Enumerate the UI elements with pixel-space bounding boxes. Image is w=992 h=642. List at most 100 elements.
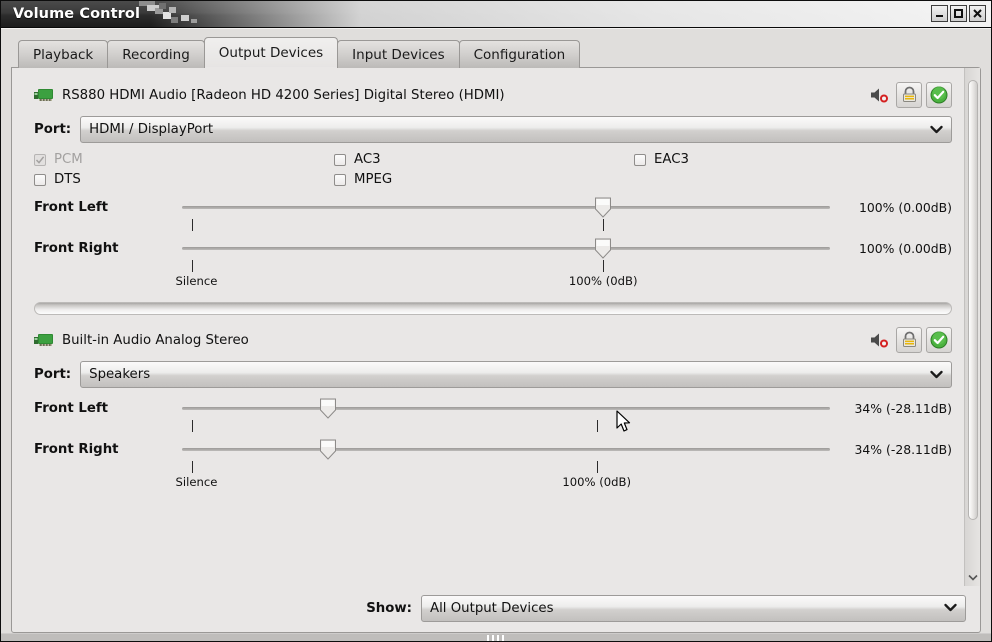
codec-checkbox-eac3[interactable]: EAC3 <box>634 152 952 167</box>
codec-checkbox-grid: PCM AC3 EAC3 DTS MPEG <box>34 152 952 187</box>
checkbox-box <box>34 153 46 166</box>
codec-label: EAC3 <box>654 152 690 167</box>
slider-tick-row <box>34 259 952 274</box>
slider-handle[interactable] <box>595 197 612 218</box>
codec-label: AC3 <box>354 152 381 167</box>
show-value: All Output Devices <box>430 601 554 616</box>
channel-label: Front Left <box>34 400 109 416</box>
device-header: Built-in Audio Analog Stereo <box>34 327 952 353</box>
channel-label: Front Left <box>34 199 109 215</box>
port-combobox[interactable]: Speakers <box>80 361 952 388</box>
tab-strip: Playback Recording Output Devices Input … <box>11 37 981 69</box>
close-button[interactable] <box>969 5 986 22</box>
codec-label: MPEG <box>354 172 393 187</box>
port-row: Port: Speakers <box>34 361 952 388</box>
slider-tick-row <box>34 419 952 434</box>
slider-track <box>182 206 830 209</box>
codec-checkbox-dts[interactable]: DTS <box>34 172 334 187</box>
title-bar-sheen <box>151 1 991 27</box>
sound-card-icon <box>34 89 53 101</box>
slider-tick-row <box>34 218 952 233</box>
scale-label-silence: Silence <box>175 274 218 288</box>
tab-output-devices[interactable]: Output Devices <box>203 37 339 69</box>
device-buttons <box>866 327 952 353</box>
tab-configuration[interactable]: Configuration <box>458 40 581 68</box>
tab-input-devices[interactable]: Input Devices <box>337 40 460 68</box>
tick-silence <box>191 219 193 231</box>
channel-label: Front Right <box>34 240 119 256</box>
vertical-scrollbar[interactable] <box>964 68 980 586</box>
tick-silence <box>191 260 193 272</box>
mute-button[interactable] <box>866 327 892 353</box>
port-combobox[interactable]: HDMI / DisplayPort <box>80 116 952 143</box>
scroll-area: RS880 HDMI Audio [Radeon HD 4200 Series]… <box>12 68 980 586</box>
set-default-button[interactable] <box>926 327 952 353</box>
port-label: Port: <box>34 122 72 137</box>
lock-icon <box>902 331 916 347</box>
scrollbar-thumb[interactable] <box>968 80 978 520</box>
slider-track <box>182 448 830 451</box>
chevron-down-icon <box>930 125 943 134</box>
status-bar <box>1 633 991 641</box>
tab-recording[interactable]: Recording <box>107 40 205 68</box>
slider-handle[interactable] <box>595 238 612 259</box>
scroll-down-button[interactable] <box>965 570 981 584</box>
minimize-button[interactable] <box>931 5 948 22</box>
codec-checkbox-ac3[interactable]: AC3 <box>334 152 634 167</box>
lock-volume-button[interactable] <box>896 82 922 108</box>
port-value: Speakers <box>89 367 151 382</box>
device-separator <box>34 302 952 315</box>
device-name: Built-in Audio Analog Stereo <box>62 332 249 348</box>
tab-label: Configuration <box>473 46 566 63</box>
volume-slider-front-left[interactable] <box>182 397 830 419</box>
channel-label: Front Right <box>34 441 119 457</box>
channel-row-front-left: Front Left <box>34 196 952 218</box>
title-bar[interactable]: Volume Control <box>1 1 991 28</box>
set-default-button[interactable] <box>926 82 952 108</box>
lock-icon <box>902 86 916 102</box>
checkbox-box <box>334 153 346 166</box>
volume-slider-front-right[interactable] <box>182 438 830 460</box>
channel-volume-value: 100% (0.00dB) <box>859 240 952 256</box>
volume-control-window: Volume Control Playback Recording Output… <box>0 0 992 642</box>
speaker-muted-icon <box>871 333 888 348</box>
window-controls <box>931 5 986 22</box>
slider-handle[interactable] <box>319 439 336 460</box>
title-bar-decoration <box>139 1 197 23</box>
mute-button[interactable] <box>866 82 892 108</box>
tab-page-output-devices: RS880 HDMI Audio [Radeon HD 4200 Series]… <box>11 67 981 633</box>
slider-handle[interactable] <box>319 398 336 419</box>
lock-volume-button[interactable] <box>896 327 922 353</box>
checkmark-default-icon <box>930 86 948 104</box>
show-filter-row: Show: All Output Devices <box>12 586 980 632</box>
show-combobox[interactable]: All Output Devices <box>421 595 966 622</box>
tick-marks <box>182 218 830 233</box>
volume-slider-front-right[interactable] <box>182 237 830 259</box>
channel-volume-value: 34% (-28.11dB) <box>854 441 952 457</box>
checkmark-default-icon <box>930 331 948 349</box>
maximize-button[interactable] <box>950 5 967 22</box>
scale-label-silence: Silence <box>175 475 218 489</box>
device-card-hdmi: RS880 HDMI Audio [Radeon HD 4200 Series]… <box>34 82 952 327</box>
tab-label: Recording <box>122 46 190 63</box>
tick-marks <box>182 460 830 475</box>
tick-silence <box>191 420 193 432</box>
checkbox-box <box>634 153 646 166</box>
tick-base <box>603 260 605 272</box>
port-value: HDMI / DisplayPort <box>89 122 214 137</box>
checkbox-box <box>34 173 46 186</box>
tab-playback[interactable]: Playback <box>18 40 109 68</box>
channel-row-front-right: Front Right <box>34 237 952 259</box>
tick-marks <box>182 419 830 434</box>
tick-base <box>603 219 605 231</box>
volume-slider-front-left[interactable] <box>182 196 830 218</box>
resize-grip[interactable] <box>465 635 527 641</box>
channel-row-front-right: Front Right <box>34 438 952 460</box>
codec-checkbox-mpeg[interactable]: MPEG <box>334 172 634 187</box>
chevron-down-icon <box>968 574 978 581</box>
tick-base <box>596 420 598 432</box>
speaker-muted-icon <box>871 88 888 103</box>
notebook: Playback Recording Output Devices Input … <box>11 37 981 633</box>
channel-volume-value: 34% (-28.11dB) <box>854 400 952 416</box>
tab-label: Output Devices <box>218 45 324 61</box>
